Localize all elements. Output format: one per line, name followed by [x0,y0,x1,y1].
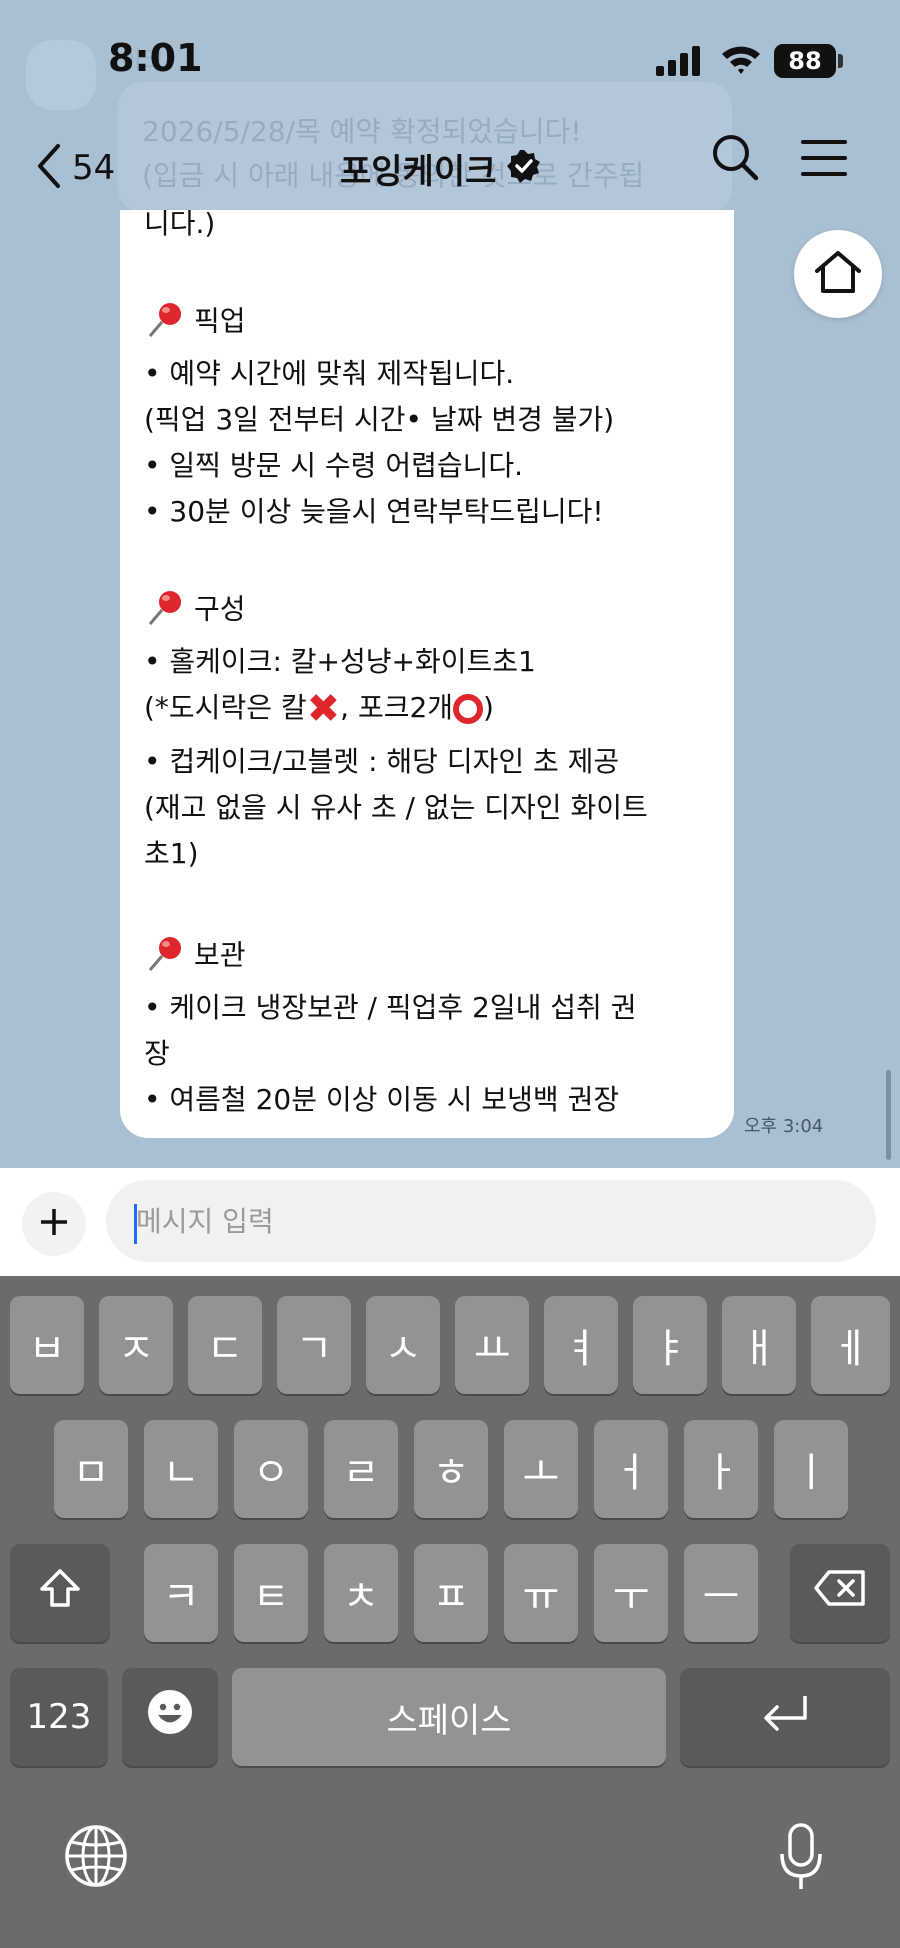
key[interactable]: ㅛ [455,1296,529,1394]
globe-icon [64,1825,128,1892]
unread-count: 54 [72,148,116,188]
space-key[interactable]: 스페이스 [232,1668,666,1766]
key[interactable]: ㅊ [324,1544,398,1642]
back-button[interactable]: 54 [36,138,115,198]
circle-mark-icon [453,694,484,724]
text-cursor [134,1204,137,1244]
message-line-with-marks: (*도시락은 칼✖, 포크2개) [144,686,494,732]
menu-button[interactable] [800,138,848,182]
globe-button[interactable] [64,1824,128,1892]
scroll-indicator[interactable] [886,1070,891,1160]
search-button[interactable] [710,132,760,186]
message-line: • 예약 시간에 맞춰 제작됩니다. [144,357,515,390]
message-fragment: (*도시락은 칼 [144,691,307,724]
return-key[interactable] [680,1668,890,1766]
key[interactable]: ㅐ [722,1296,796,1394]
key[interactable]: ㄴ [144,1420,218,1518]
section-header-composition: 구성 [144,586,246,635]
wifi-icon [720,42,762,80]
pushpin-icon [144,298,186,347]
key[interactable]: ㅅ [366,1296,440,1394]
backspace-icon [813,1568,867,1618]
shift-key[interactable] [10,1544,110,1642]
microphone-icon [778,1823,824,1896]
key[interactable]: ㅠ [504,1544,578,1642]
message-input[interactable] [106,1180,876,1262]
dictation-button[interactable] [778,1822,824,1896]
key[interactable]: ㅈ [99,1296,173,1394]
key[interactable]: ㅌ [234,1544,308,1642]
key[interactable]: ㅍ [414,1544,488,1642]
cellular-signal-icon [656,46,702,76]
key[interactable]: ㅔ [811,1296,890,1394]
page-title: 포잉케이크 [340,151,497,192]
message-bubble[interactable]: 니다.) 픽업 • 예약 시간에 맞춰 제작됩니다. (픽업 3일 전부터 시간… [120,210,734,1138]
message-line: • 30분 이상 늦을시 연락부탁드립니다! [144,495,604,528]
delete-key[interactable] [790,1544,890,1642]
battery-tip [838,54,843,68]
keyboard: ㅂ ㅈ ㄷ ㄱ ㅅ ㅛ ㅕ ㅑ ㅐ ㅔ ㅁ ㄴ ㅇ ㄹ ㅎ ㅗ ㅓ ㅏ ㅣ ㅋ … [0,1276,900,1948]
message-line: • 컵케이크/고블렛 : 해당 디자인 초 제공 [144,745,620,778]
pushpin-icon [144,932,186,981]
section-header-storage: 보관 [144,932,246,981]
message-timestamp: 오후 3:04 [744,1116,824,1137]
chevron-left-icon [36,143,62,193]
key[interactable]: ㅑ [633,1296,707,1394]
message-line: • 일찍 방문 시 수령 어렵습니다. [144,449,524,482]
numbers-key[interactable]: 123 [10,1668,108,1766]
emoji-key[interactable] [122,1668,218,1766]
message-line: 장 [144,1037,170,1070]
message-fragment: ) [483,691,494,724]
return-icon [759,1692,811,1742]
verified-badge-icon [506,148,542,188]
key[interactable]: ㅁ [54,1420,128,1518]
key[interactable]: ㅕ [544,1296,618,1394]
message-line: (재고 없을 시 유사 초 / 없는 디자인 화이트 [144,791,648,824]
section-title: 픽업 [194,304,246,338]
key[interactable]: ㅏ [684,1420,758,1518]
cross-mark-icon: ✖ [306,686,341,732]
section-title: 구성 [194,592,246,626]
message-line: 초1) [144,837,199,870]
message-line: • 여름철 20분 이상 이동 시 보냉백 권장 [144,1083,620,1116]
key[interactable]: ㅜ [594,1544,668,1642]
home-icon [813,249,863,299]
key[interactable]: ㄷ [188,1296,262,1394]
message-line: (픽업 3일 전부터 시간• 날짜 변경 불가) [144,403,615,436]
home-button[interactable] [794,230,882,318]
message-line: • 케이크 냉장보관 / 픽업후 2일내 섭취 권 [144,991,637,1024]
key[interactable]: ㅗ [504,1420,578,1518]
key[interactable]: ㅣ [774,1420,848,1518]
key[interactable]: ㄹ [324,1420,398,1518]
shift-icon [38,1567,82,1619]
message-line: • 홀케이크: 칼+성냥+화이트초1 [144,645,536,678]
message-composer [0,1168,900,1276]
key[interactable]: ㄱ [277,1296,351,1394]
key[interactable]: ㅋ [144,1544,218,1642]
key[interactable]: ㅇ [234,1420,308,1518]
chat-title[interactable]: 포잉케이크 [340,138,542,198]
key[interactable]: ㅓ [594,1420,668,1518]
section-header-pickup: 픽업 [144,298,246,347]
chat-header: 54 포잉케이크 [0,120,900,220]
key[interactable]: ㅎ [414,1420,488,1518]
key[interactable]: ㅡ [684,1544,758,1642]
battery-level: 88 [774,44,836,78]
plus-icon [38,1206,70,1242]
menu-icon [800,140,848,182]
message-fragment: , 포크2개 [340,691,454,724]
status-time: 8:01 [108,36,203,80]
section-title: 보관 [194,938,246,972]
search-icon [710,135,760,186]
pushpin-icon [144,586,186,635]
status-bar: 8:01 88 [0,0,900,120]
emoji-icon [146,1688,194,1746]
key[interactable]: ㅂ [10,1296,84,1394]
attach-button[interactable] [22,1192,86,1256]
